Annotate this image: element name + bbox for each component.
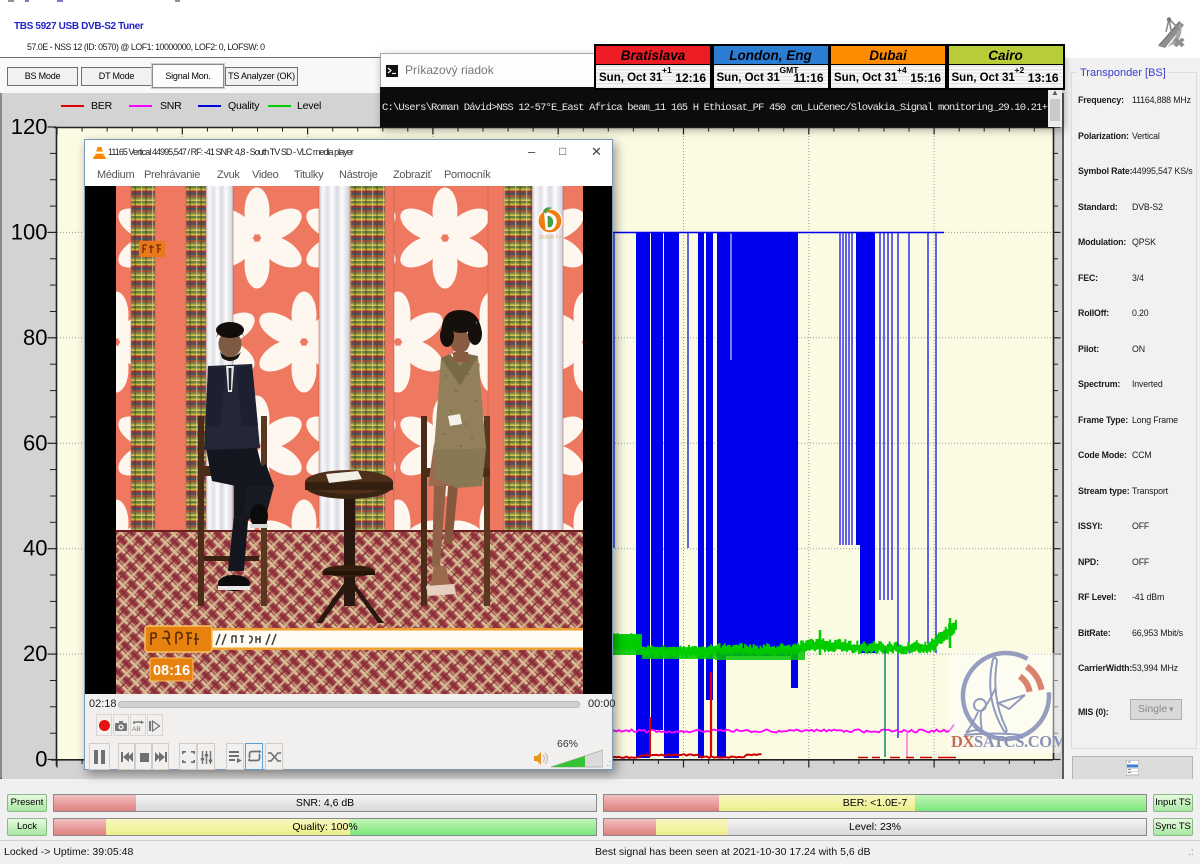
svg-text:20: 20 bbox=[23, 641, 47, 666]
svg-text:DEBUB TV: DEBUB TV bbox=[539, 235, 561, 240]
svg-text:08:16: 08:16 bbox=[153, 663, 190, 679]
svg-text:DXSATCS.COM: DXSATCS.COM bbox=[951, 732, 1062, 751]
svg-text:120: 120 bbox=[11, 119, 48, 139]
svg-text:0: 0 bbox=[35, 747, 47, 772]
svg-text:AB: AB bbox=[132, 726, 141, 732]
svg-text:60: 60 bbox=[23, 430, 47, 455]
svg-text:40: 40 bbox=[23, 536, 47, 561]
svg-text:100: 100 bbox=[11, 219, 48, 244]
svg-text:80: 80 bbox=[23, 325, 47, 350]
